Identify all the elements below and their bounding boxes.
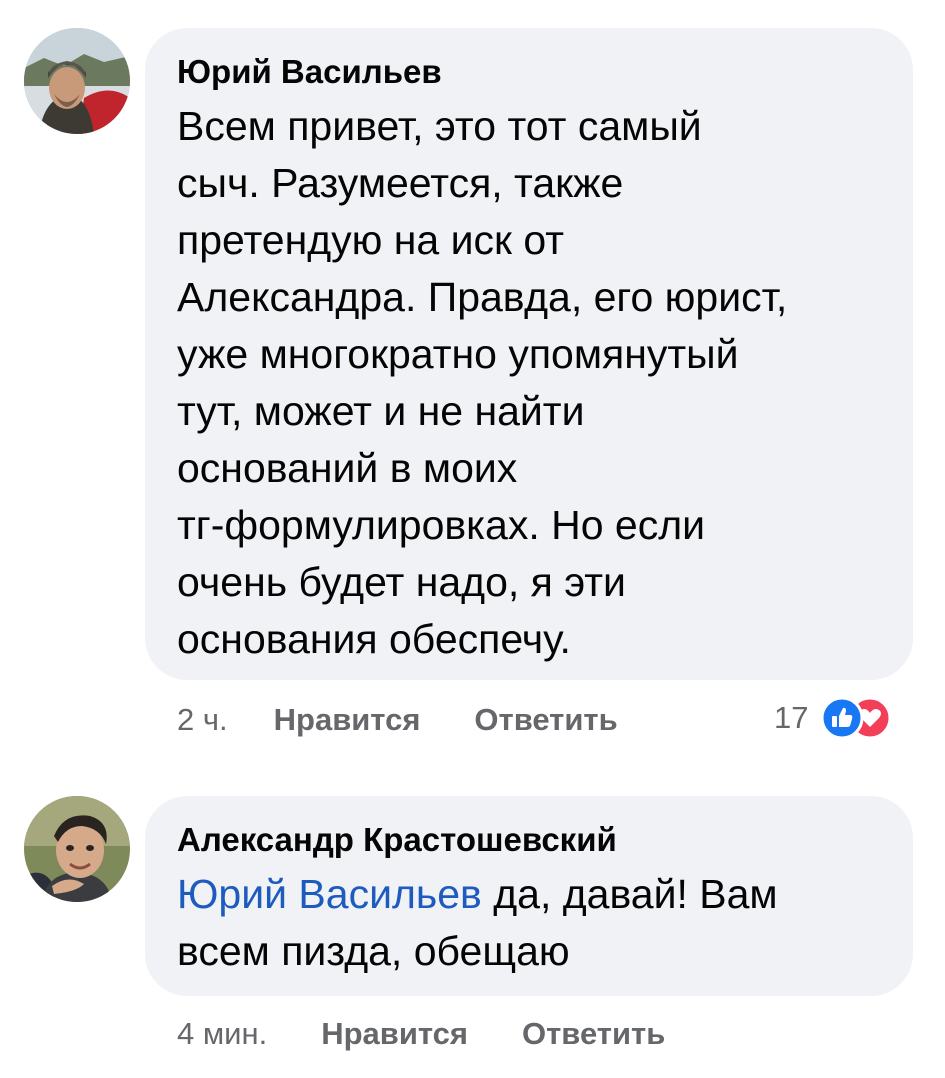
comment-text: Юрий Васильев да, давай! Вам всем пизда,… [177,866,883,980]
comment-timestamp[interactable]: 4 мин. [177,1014,267,1054]
comment-bubble: Юрий Васильев Всем привет, это тот самый… [145,28,913,680]
like-button[interactable]: Нравится [274,700,421,740]
like-button[interactable]: Нравится [321,1014,468,1054]
comment-timestamp[interactable]: 2 ч. [177,700,228,740]
reaction-count: 17 [774,700,809,735]
comment-author[interactable]: Александр Крастошевский [177,820,883,860]
avatar-alexander[interactable] [24,796,130,902]
avatar-yuri[interactable] [24,28,130,134]
comment-actions: 4 мин. Нравится Ответить [177,1014,665,1054]
like-icon [820,696,864,740]
mention-link[interactable]: Юрий Васильев [177,871,482,917]
reply-button[interactable]: Ответить [474,700,617,740]
reply-button[interactable]: Ответить [522,1014,665,1054]
reaction-icons [812,696,898,740]
reactions-summary[interactable]: 17 [774,696,898,740]
comment-text: Всем привет, это тот самый сыч. Разумеет… [177,103,788,662]
avatar-yuri-photo [24,28,130,134]
comment-author[interactable]: Юрий Васильев [177,52,883,92]
comment-bubble: Александр Крастошевский Юрий Васильев да… [145,796,913,996]
comment-actions: 2 ч. Нравится Ответить [177,700,618,740]
avatar-alexander-photo [24,796,130,902]
